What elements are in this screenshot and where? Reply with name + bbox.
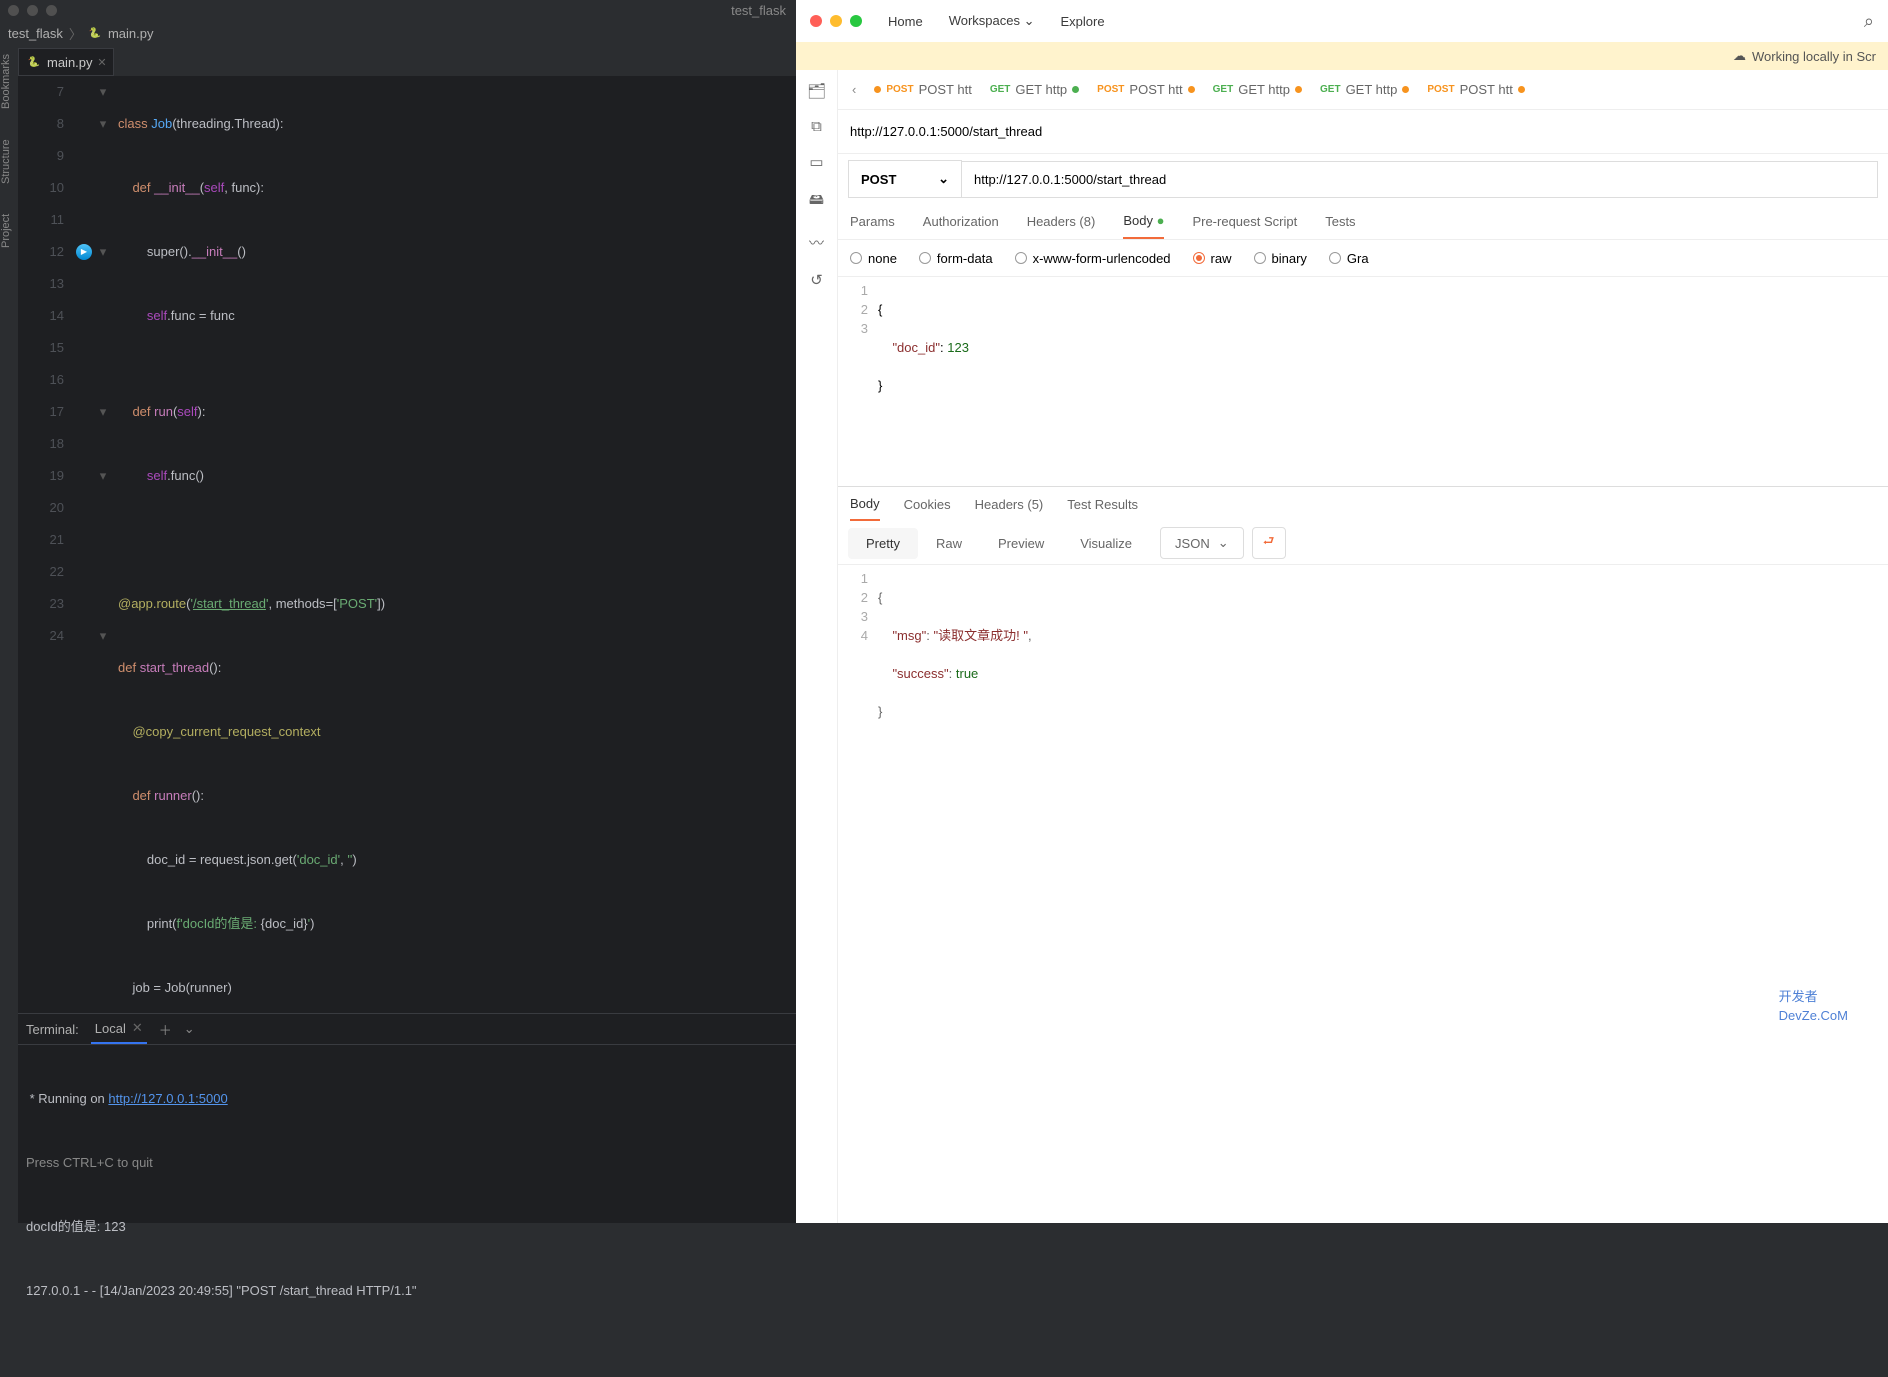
tab-tests[interactable]: Tests: [1325, 205, 1355, 238]
history-icon[interactable]: ↺: [810, 271, 823, 289]
mock-icon[interactable]: 🖴: [809, 189, 824, 214]
banner-text: Working locally in Scr: [1752, 49, 1876, 64]
traffic-lights[interactable]: [8, 5, 57, 16]
collections-icon[interactable]: 🗂: [807, 82, 826, 100]
request-body-editor[interactable]: 123 { "doc_id": 123 }: [838, 276, 1888, 486]
terminal-panel: Terminal: Local✕ ＋ ⌄ * Running on http:/…: [18, 1013, 796, 1223]
fold-column[interactable]: ▾▾▾▾▾▾: [94, 76, 112, 1013]
editor-tab-label: main.py: [47, 55, 93, 70]
python-file-icon: 🐍: [27, 55, 41, 69]
resp-tests[interactable]: Test Results: [1067, 489, 1138, 520]
tab-body[interactable]: Body ●: [1123, 204, 1164, 239]
terminal-output[interactable]: * Running on http://127.0.0.1:5000 Press…: [18, 1045, 796, 1377]
marker-column: [74, 76, 94, 1013]
resp-body[interactable]: Body: [850, 488, 880, 521]
postman-window: Home Workspaces ⌄ Explore ⌕ ☁︎ Working l…: [796, 0, 1888, 1223]
tab-0[interactable]: POSTPOST htt: [866, 82, 979, 97]
body-graphql[interactable]: Gra: [1329, 251, 1369, 266]
body-formdata[interactable]: form-data: [919, 251, 993, 266]
tab-1[interactable]: GETGET http: [982, 82, 1087, 97]
resp-headers[interactable]: Headers (5): [975, 489, 1044, 520]
tool-bookmarks[interactable]: Bookmarks: [0, 54, 18, 109]
chevron-down-icon[interactable]: ⌄: [184, 1021, 195, 1037]
scratch-banner: ☁︎ Working locally in Scr: [796, 42, 1888, 70]
body-binary[interactable]: binary: [1254, 251, 1307, 266]
body-raw[interactable]: raw: [1193, 251, 1232, 266]
view-preview[interactable]: Preview: [980, 528, 1062, 559]
sidebar[interactable]: 🗂 ⧉ ▭ 🖴 〰 ↺: [796, 70, 838, 1223]
close-icon[interactable]: ✕: [132, 1020, 143, 1036]
request-tabbar: ‹ POSTPOST htt GETGET http POSTPOST htt …: [838, 70, 1888, 110]
request-subtabs: Params Authorization Headers (8) Body ● …: [838, 204, 1888, 240]
tab-2[interactable]: POSTPOST htt: [1089, 82, 1202, 97]
monitor-icon[interactable]: 〰: [809, 232, 824, 253]
ide-window: test_flask test_flask 〉 🐍 main.py Projec…: [0, 0, 796, 1223]
tab-prerequest[interactable]: Pre-request Script: [1192, 205, 1297, 238]
view-visualize[interactable]: Visualize: [1062, 528, 1150, 559]
code-editor[interactable]: 789 101112 131415 161718 192021 222324 ▾…: [18, 76, 796, 1013]
view-pretty[interactable]: Pretty: [848, 528, 918, 559]
editor-tabbar: 🐍 main.py ✕: [0, 46, 796, 76]
chevron-down-icon: ⌄: [938, 171, 949, 187]
nav-home[interactable]: Home: [888, 14, 923, 29]
terminal-tab-local[interactable]: Local✕: [91, 1014, 147, 1044]
tab-params[interactable]: Params: [850, 205, 895, 238]
python-file-icon: 🐍: [88, 26, 102, 40]
wrap-lines-icon[interactable]: ⮐: [1252, 527, 1286, 559]
response-tabs: Body Cookies Headers (5) Test Results: [838, 486, 1888, 522]
add-terminal-icon[interactable]: ＋: [159, 1020, 172, 1039]
response-body[interactable]: 1234 { "msg": "读取文章成功! ", "success": tru…: [838, 564, 1888, 763]
close-tab-icon[interactable]: ✕: [97, 56, 106, 69]
api-icon[interactable]: ⧉: [811, 118, 822, 135]
body-xwww[interactable]: x-www-form-urlencoded: [1015, 251, 1171, 266]
req-gutter: 123: [838, 281, 878, 482]
window-title: test_flask: [731, 3, 786, 18]
tab-4[interactable]: GETGET http: [1312, 82, 1417, 97]
tool-window-strip[interactable]: Project Structure Bookmarks: [0, 48, 18, 688]
crumb-file[interactable]: main.py: [108, 26, 154, 41]
format-select[interactable]: JSON⌄: [1160, 527, 1244, 559]
code-area[interactable]: class Job(threading.Thread): def __init_…: [112, 76, 796, 1013]
tool-project[interactable]: Project: [0, 214, 18, 248]
terminal-title: Terminal:: [26, 1022, 79, 1037]
url-input[interactable]: http://127.0.0.1:5000/start_thread: [962, 161, 1878, 198]
crumb-sep: 〉: [69, 24, 82, 43]
tab-headers[interactable]: Headers (8): [1027, 205, 1096, 238]
view-raw[interactable]: Raw: [918, 528, 980, 559]
crumb-project[interactable]: test_flask: [8, 26, 63, 41]
tab-5[interactable]: POSTPOST htt: [1419, 82, 1532, 97]
nav-explore[interactable]: Explore: [1061, 14, 1105, 29]
nav-workspaces[interactable]: Workspaces ⌄: [949, 13, 1035, 29]
run-gutter-icon[interactable]: [76, 244, 92, 260]
cloud-off-icon: ☁︎: [1733, 48, 1746, 64]
tab-3[interactable]: GETGET http: [1205, 82, 1310, 97]
tool-structure[interactable]: Structure: [0, 139, 18, 184]
editor-tab-main[interactable]: 🐍 main.py ✕: [18, 48, 114, 76]
traffic-lights[interactable]: [810, 15, 862, 27]
postman-titlebar: Home Workspaces ⌄ Explore ⌕: [796, 0, 1888, 42]
body-type-row: none form-data x-www-form-urlencoded raw…: [838, 240, 1888, 276]
chevron-down-icon: ⌄: [1024, 13, 1035, 28]
request-title: http://127.0.0.1:5000/start_thread: [838, 110, 1888, 154]
resp-cookies[interactable]: Cookies: [904, 489, 951, 520]
breadcrumb[interactable]: test_flask 〉 🐍 main.py: [0, 20, 796, 46]
response-view-bar: Pretty Raw Preview Visualize JSON⌄ ⮐: [838, 522, 1888, 564]
body-none[interactable]: none: [850, 251, 897, 266]
terminal-tabbar: Terminal: Local✕ ＋ ⌄: [18, 1014, 796, 1045]
line-gutter: 789 101112 131415 161718 192021 222324: [18, 76, 74, 1013]
request-bar: POST⌄ http://127.0.0.1:5000/start_thread: [838, 154, 1888, 204]
tab-auth[interactable]: Authorization: [923, 205, 999, 238]
search-icon[interactable]: ⌕: [1864, 11, 1874, 32]
ide-titlebar: test_flask: [0, 0, 796, 20]
chevron-down-icon: ⌄: [1218, 535, 1229, 551]
chevron-left-icon[interactable]: ‹: [844, 82, 864, 97]
method-select[interactable]: POST⌄: [848, 160, 962, 198]
resp-gutter: 1234: [838, 569, 878, 759]
env-icon[interactable]: ▭: [809, 153, 823, 171]
